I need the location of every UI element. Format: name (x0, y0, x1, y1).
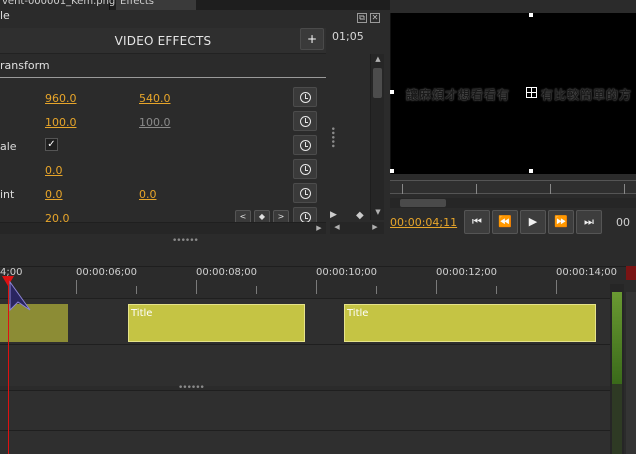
scroll-down-icon[interactable]: ▼ (371, 208, 385, 216)
fast-forward-icon: ⏩ (554, 215, 568, 228)
mouse-cursor-icon (9, 280, 31, 312)
position-y-value[interactable]: 540.0 (139, 92, 171, 105)
preview-subtitle-right: 有比較簡單的方 (541, 88, 633, 102)
panel-horizontal-scrollbar-2[interactable]: ◀ ▶ (330, 222, 384, 234)
resize-handle[interactable] (529, 13, 533, 17)
rotation-value[interactable]: 0.0 (45, 164, 63, 177)
scroll-right-icon[interactable]: ▶ (368, 223, 382, 231)
side-timecode: 01;05 (332, 30, 364, 43)
clock-icon (300, 92, 311, 103)
clock-icon (300, 164, 311, 175)
crosshair-icon[interactable] (526, 87, 537, 98)
position-x-value[interactable]: 960.0 (45, 92, 77, 105)
resize-handle[interactable] (390, 90, 394, 94)
ruler-label: 00:00:14;00 (556, 267, 618, 278)
audio-track-2[interactable] (0, 430, 610, 454)
scroll-thumb[interactable] (400, 199, 446, 207)
rewind-button[interactable]: ⏪ (492, 210, 518, 234)
ruler-tick (256, 286, 257, 294)
ruler-label: 00:00:06;00 (76, 267, 138, 278)
title-clip[interactable]: Title (128, 304, 305, 342)
scroll-thumb[interactable] (373, 68, 382, 98)
play-icon: ▶ (528, 215, 538, 228)
keyframe-diamond-icon: ◆ (356, 210, 364, 221)
audio-meter-right (626, 292, 636, 454)
ruler-tick (196, 280, 197, 294)
ruler-tick (376, 286, 377, 294)
panel-title: VIDEO EFFECTS (0, 28, 326, 54)
add-effect-button[interactable]: + (300, 28, 324, 50)
clock-icon (300, 140, 311, 151)
ruler-tick (556, 280, 557, 294)
tab-strip: vent-000001_Kem.png Effects (0, 0, 390, 10)
keyframe-button[interactable] (293, 159, 317, 179)
preview-ruler[interactable] (390, 180, 636, 194)
tab-effects[interactable]: Effects (116, 0, 196, 10)
close-icon[interactable]: ✕ (370, 13, 380, 23)
skip-back-icon: ⏮ (472, 215, 482, 228)
preview-scrollbar[interactable] (390, 198, 636, 208)
current-timecode[interactable]: 00:00:04;11 (390, 216, 457, 229)
anchor-x-value[interactable]: 0.0 (45, 188, 63, 201)
scale-x-value[interactable]: 100.0 (45, 116, 77, 129)
splitter-handle[interactable]: ••••• (327, 126, 337, 148)
play-marker-icon: ▶ (330, 210, 337, 220)
uniform-scale-checkbox[interactable]: ✓ (45, 138, 58, 151)
scroll-up-icon[interactable]: ▲ (371, 55, 385, 63)
keyframe-button[interactable] (293, 87, 317, 107)
ruler-tick (316, 280, 317, 294)
anchor-y-value[interactable]: 0.0 (139, 188, 157, 201)
ruler-label: 00:00:10;00 (316, 267, 378, 278)
resize-handle[interactable] (390, 169, 394, 173)
splitter-handle[interactable]: •••••• (178, 383, 205, 393)
keyframe-button[interactable] (293, 183, 317, 203)
scale-y-value[interactable]: 100.0 (139, 116, 171, 129)
title-clip[interactable]: Title (344, 304, 596, 342)
anchor-point-label: int (0, 188, 15, 201)
clock-icon (300, 188, 311, 199)
keyframe-button[interactable] (293, 135, 317, 155)
audio-meter-level (612, 292, 622, 384)
resize-handle[interactable] (529, 169, 533, 173)
audio-track[interactable] (0, 390, 610, 430)
play-button[interactable]: ▶ (520, 210, 546, 234)
preview-subtitle-left: 讓麻煩才想看看有 (406, 88, 511, 102)
ruler-tick (76, 280, 77, 294)
fast-forward-button[interactable]: ⏩ (548, 210, 574, 234)
tab-side-partial[interactable]: le (0, 10, 12, 24)
audio-meter-floor (612, 384, 622, 454)
end-timecode: 00 (616, 216, 630, 229)
skip-forward-icon: ⏭ (584, 215, 594, 228)
video-track-2[interactable] (0, 344, 610, 386)
ruler-label: 00:00:08;00 (196, 267, 258, 278)
ruler-label: 00:00:12;00 (436, 267, 498, 278)
loop-marker[interactable] (626, 266, 636, 280)
panel-horizontal-scrollbar[interactable]: ▶ (0, 222, 326, 234)
skip-to-end-button[interactable]: ⏭ (576, 210, 602, 234)
float-icon[interactable]: ⧉ (357, 13, 367, 23)
keyframe-button[interactable] (293, 111, 317, 131)
panel-vertical-scrollbar[interactable]: ▲ ▼ (370, 54, 384, 220)
ruler-tick (436, 280, 437, 294)
add-effect-icon: + (306, 32, 318, 46)
transform-section-header[interactable]: ransform (0, 56, 326, 78)
scroll-left-icon[interactable]: ◀ (330, 223, 344, 231)
uniform-scale-label: ale (0, 140, 17, 153)
rewind-icon: ⏪ (498, 215, 512, 228)
scroll-right-icon[interactable]: ▶ (312, 224, 326, 232)
ruler-tick (496, 286, 497, 294)
tab-file[interactable]: vent-000001_Kem.png (0, 0, 115, 10)
ruler-tick (136, 286, 137, 294)
clock-icon (300, 116, 311, 127)
splitter-handle[interactable]: •••••• (172, 236, 199, 246)
skip-to-start-button[interactable]: ⏮ (464, 210, 490, 234)
